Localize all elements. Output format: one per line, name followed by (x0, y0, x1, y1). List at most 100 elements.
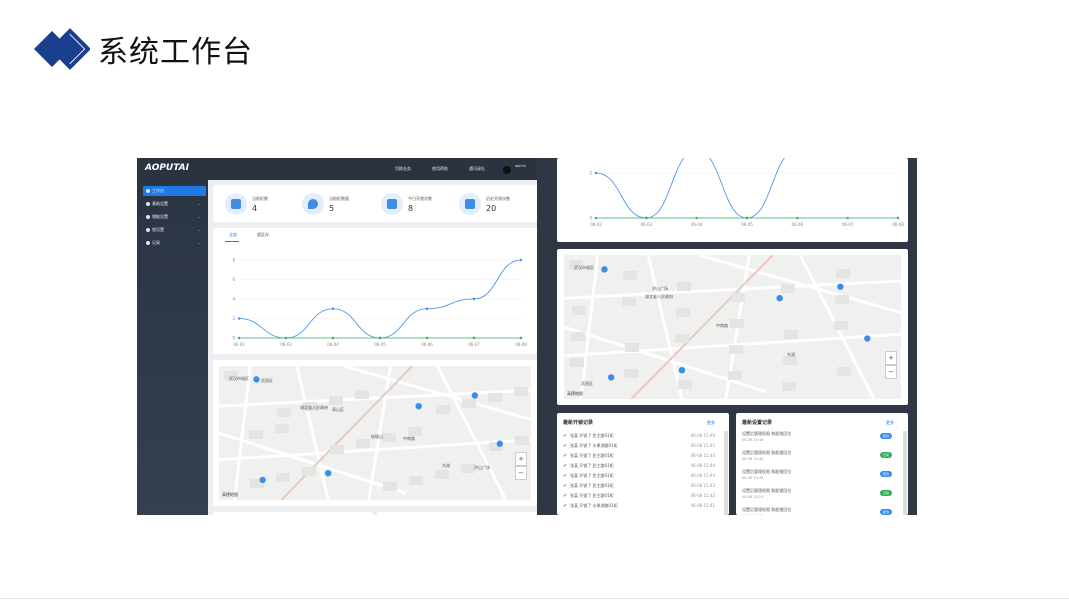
map-marker-icon[interactable] (415, 403, 422, 410)
scrollbar[interactable] (903, 431, 907, 515)
map-marker-icon[interactable] (678, 367, 686, 374)
map-label: 武昌区 (581, 380, 593, 386)
map-marker-icon[interactable] (864, 335, 871, 342)
record-time: 06-08 15:44 (690, 453, 715, 458)
topbar-item[interactable]: 切换业务 (395, 166, 411, 172)
record-text: 张某 开锁了 民主路01柜 (570, 453, 614, 458)
stat-cabinet-count: 当前柜数量 5 (302, 193, 362, 217)
y-tick-label: 8 (232, 258, 235, 263)
data-point (284, 336, 288, 340)
map[interactable]: 武汉市城区 湖北省人民政府 珞珈山 东湖 武昌区 青山区 中南路 洪山广场 + − 高德地图 (219, 366, 531, 500)
data-point (425, 336, 429, 340)
open-records-more-link[interactable]: 更多 (707, 420, 715, 426)
x-tick-label: 06-08 (892, 222, 904, 227)
building-block (782, 382, 796, 391)
building-block (383, 482, 397, 491)
sidebar-item-workbench[interactable]: 工作台 (143, 186, 206, 196)
line-chart: 0 2 06-02 06-03 06-04 06-05 06-06 06-07 06-08 (589, 158, 904, 227)
record-text: 张某 开锁了 民主路01柜 (570, 463, 614, 468)
scrollbar[interactable] (724, 431, 728, 515)
zoom-out-button[interactable]: − (515, 466, 527, 480)
map-marker-icon[interactable] (471, 392, 479, 399)
status-badge[interactable]: 已完 (880, 490, 892, 496)
x-tick-label: 06-03 (280, 342, 292, 347)
map-label: 中南路 (403, 435, 415, 441)
sidebar-item-lock[interactable]: 锁设置 ⌄ (143, 225, 206, 235)
map-label: 武汉市城区 (229, 375, 249, 381)
tab-overdue[interactable]: 超区存 (257, 232, 269, 238)
status-badge[interactable]: 配位 (880, 509, 892, 515)
building-block (514, 387, 528, 396)
map-marker-icon[interactable] (776, 295, 783, 302)
sidebar: 工作台 基础设置 ⌄ 储能设置 ⌄ 锁设置 ⌄ 记录 ⌄ (137, 180, 208, 515)
check-icon: ✔ (563, 483, 568, 489)
map[interactable]: 武汉市城区 湖北省人民政府 中南路 东湖 武昌区 洪山广场 + − 高德地图 (564, 255, 901, 399)
record-text: 设置后管理权限 和配锁回位 (742, 488, 792, 493)
y-tick-label: 4 (232, 297, 235, 302)
data-point (519, 258, 523, 262)
slide: 系统工作台 AOPUTAI 切换业务 使用帮助 通讯录址 admin 工作台 基… (0, 0, 1069, 601)
data-point (237, 336, 241, 340)
map-marker-icon[interactable] (837, 283, 844, 290)
map-marker-icon[interactable] (496, 440, 503, 447)
zoom-in-button[interactable]: + (515, 452, 527, 466)
building-block (728, 371, 742, 380)
status-badge[interactable]: 配位 (880, 471, 892, 477)
building-block (302, 467, 316, 476)
topbar-item[interactable]: 使用帮助 (432, 166, 448, 172)
data-point (594, 216, 598, 220)
setting-record-row: 设置后管理权限 和配锁回位 06-08 15:45 配位 (742, 469, 892, 488)
building-block (834, 321, 848, 330)
road (436, 366, 508, 500)
chevron-down-icon: ⌄ (197, 240, 201, 245)
topbar-item[interactable]: 通讯录址 (469, 166, 485, 172)
avatar[interactable] (503, 166, 511, 174)
record-time: 06-08 15:23 (742, 514, 763, 515)
building-block (784, 330, 798, 339)
road (579, 255, 600, 399)
zoom-out-button[interactable]: − (885, 365, 897, 379)
building-block (409, 476, 423, 485)
setting-records-more-link[interactable]: 更多 (886, 420, 894, 426)
record-text: 设置后管理权限 和配锁回位 (742, 450, 792, 455)
building-block (572, 306, 586, 315)
app-screenshot-left: AOPUTAI 切换业务 使用帮助 通讯录址 admin 工作台 基础设置 ⌄ 储… (137, 158, 537, 515)
check-icon: ✔ (563, 503, 568, 509)
record-time: 06-08 15:46 (690, 433, 715, 438)
user-name[interactable]: admin (515, 164, 526, 168)
sidebar-item-records[interactable]: 记录 ⌄ (143, 238, 206, 248)
zoom-in-button[interactable]: + (885, 351, 897, 365)
status-badge[interactable]: 配位 (880, 433, 892, 439)
x-tick-label: 06-07 (842, 222, 854, 227)
building-block (408, 427, 422, 436)
logo-icon (34, 28, 90, 70)
map-marker-icon[interactable] (325, 470, 332, 477)
chart-card: 全部 超区存 0 2 4 6 8 06-02 06-03 06-04 06-05 06-06 06-… (213, 228, 537, 354)
map-label: 东湖 (442, 462, 450, 468)
building-block (435, 470, 449, 479)
building-block (677, 282, 691, 291)
status-badge[interactable]: 已完 (880, 452, 892, 458)
x-tick-label: 06-07 (468, 342, 480, 347)
map-marker-icon[interactable] (259, 476, 266, 484)
building-block (275, 424, 289, 433)
sidebar-item-storage[interactable]: 储能设置 ⌄ (143, 212, 206, 222)
data-point (846, 216, 849, 220)
map-marker-icon[interactable] (253, 376, 260, 383)
sidebar-item-basic[interactable]: 基础设置 ⌄ (143, 199, 206, 209)
map-marker-icon[interactable] (601, 266, 608, 273)
setting-record-row: 设置后管理权限 和配锁回位 06-08 15:46 配位 (742, 431, 892, 450)
record-time: 06-08 15:44 (690, 473, 715, 478)
map-marker-icon[interactable] (607, 374, 615, 381)
record-text: 设置后管理权限 和配锁回位 (742, 507, 792, 512)
check-icon: ✔ (563, 463, 568, 469)
map-attribution: 高德地图 (567, 391, 583, 396)
y-tick-label: 0 (232, 336, 235, 341)
record-time: 06-08 15:45 (690, 443, 715, 448)
x-tick-label: 06-04 (327, 342, 339, 347)
tab-all[interactable]: 全部 (229, 232, 237, 238)
map-label: 珞珈山 (371, 433, 383, 439)
building-block (731, 293, 745, 302)
data-point (472, 336, 476, 340)
chevron-down-icon: ⌄ (197, 201, 201, 206)
